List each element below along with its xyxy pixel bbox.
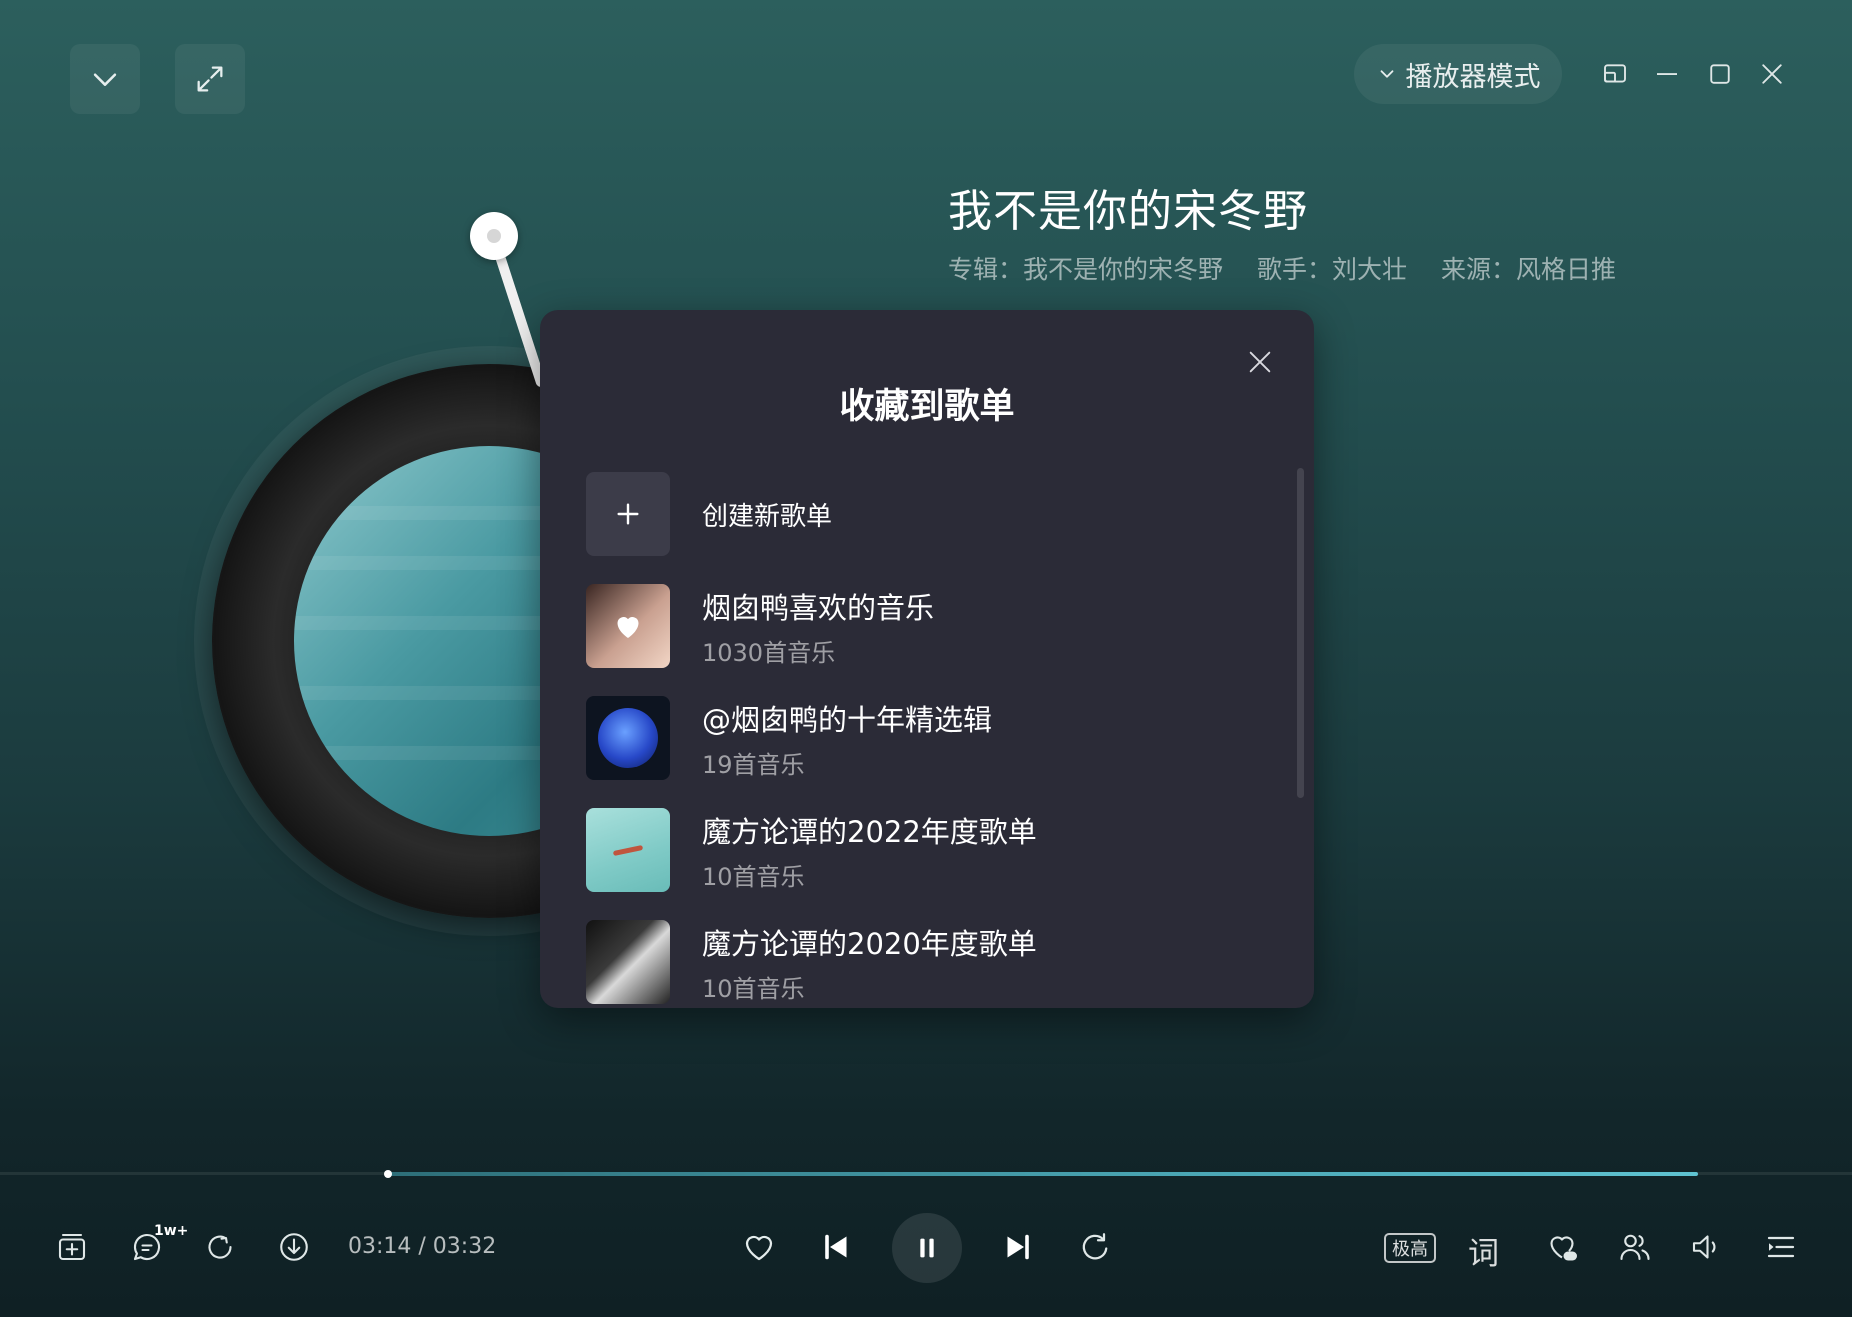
sound-effect-on-icon [1550,1236,1577,1261]
song-meta: 专辑：我不是你的宋冬野 歌手：刘大壮 来源：风格日推 [948,250,1616,286]
add-playlist-icon [58,1233,86,1261]
player-window: 播放器模式 我不是你的宋冬野 专辑：我不是你的宋冬野 歌手：刘大壮 来源：风格日… [0,0,1852,1317]
playlist-item[interactable]: @烟囱鸭的十年精选辑 19首音乐 [586,696,1246,780]
chevron-down-icon [93,73,117,86]
playlist-name: 烟囱鸭喜欢的音乐 [702,590,935,625]
maximize-button[interactable] [1698,52,1742,96]
playlist-count: 10首音乐 [702,862,805,891]
heart-icon [617,617,639,638]
progress-fill [388,1172,1698,1176]
playlist-cover [586,920,670,1004]
pause-icon [920,1238,934,1258]
create-playlist-label: 创建新歌单 [702,501,833,532]
volume-button[interactable] [1683,1224,1729,1270]
playlist-cover [586,696,670,780]
download-button[interactable] [271,1224,317,1270]
playlist-item[interactable]: 魔方论谭的2022年度歌单 10首音乐 [586,808,1246,892]
plus-box [586,472,670,556]
mini-mode-button[interactable] [1593,52,1637,96]
playlist-queue-button[interactable] [1758,1224,1804,1270]
share-button[interactable] [197,1224,243,1270]
playlist-cover [586,584,670,668]
tonearm-pivot [470,212,518,260]
player-mode-label: 播放器模式 [1405,61,1541,93]
pause-button[interactable] [892,1213,962,1283]
player-mode-button[interactable]: 播放器模式 [1354,44,1562,104]
playlist-count: 1030首音乐 [702,638,836,667]
artist-link[interactable]: 歌手：刘大壮 [1257,250,1407,286]
close-window-button[interactable] [1750,52,1794,96]
progress-knob[interactable] [384,1170,392,1178]
heart-icon [745,1235,773,1261]
expand-icon [197,66,223,92]
time-display: 03:14 / 03:32 [348,1234,497,1259]
fullscreen-button[interactable] [175,44,245,114]
repeat-mode-button[interactable] [1072,1224,1118,1270]
dialog-title: 收藏到歌单 [839,387,1015,427]
sound-quality-button[interactable]: 极高 [1384,1233,1436,1263]
collapse-button[interactable] [70,44,140,114]
close-icon [1762,64,1782,84]
maximize-icon [1710,64,1730,84]
add-to-playlist-button[interactable] [49,1224,95,1270]
minimize-button[interactable] [1645,52,1689,96]
playlist-item[interactable]: 烟囱鸭喜欢的音乐 1030首音乐 [586,584,1246,668]
song-title: 我不是你的宋冬野 [948,186,1308,237]
next-track-button[interactable] [995,1224,1041,1270]
users-icon [1620,1234,1650,1261]
playlist-item[interactable]: 魔方论谭的2020年度歌单 10首音乐 [586,920,1246,1004]
playlist-name: 魔方论谭的2020年度歌单 [702,926,1037,961]
playlist-cover [586,808,670,892]
skip-previous-icon [825,1234,847,1260]
mini-window-icon [1604,64,1626,83]
playlist-count: 19首音乐 [702,750,805,779]
chevron-down-icon [1380,70,1393,78]
comment-count-badge: 1w+ [154,1223,189,1239]
lyrics-button[interactable]: 词 [1468,1228,1499,1273]
download-icon [280,1233,308,1261]
add-to-playlist-dialog: 收藏到歌单 创建新歌单 烟囱鸭喜欢的音乐 1030首音乐 @烟囱鸭的十年精选辑 … [540,310,1314,1008]
plus-icon [617,503,639,525]
close-icon [1249,351,1271,373]
volume-icon [1692,1235,1716,1259]
minimize-icon [1657,73,1677,75]
skip-next-icon [1007,1234,1029,1260]
playlist-name: @烟囱鸭的十年精选辑 [702,702,993,737]
playlist-name: 魔方论谭的2022年度歌单 [702,814,1037,849]
sound-effect-button[interactable] [1539,1224,1585,1270]
listen-together-button[interactable] [1612,1224,1658,1270]
repeat-icon [1082,1233,1108,1260]
album-link[interactable]: 专辑：我不是你的宋冬野 [948,250,1223,286]
playlist-count: 10首音乐 [702,974,805,1003]
dialog-close-button[interactable] [1238,340,1282,384]
source-link[interactable]: 来源：风格日推 [1441,250,1616,286]
create-playlist-item[interactable]: 创建新歌单 [586,472,1246,556]
queue-list-icon [1767,1236,1795,1258]
previous-track-button[interactable] [813,1224,859,1270]
like-button[interactable] [736,1224,782,1270]
share-icon [208,1235,232,1259]
dialog-scrollbar[interactable] [1297,468,1304,798]
